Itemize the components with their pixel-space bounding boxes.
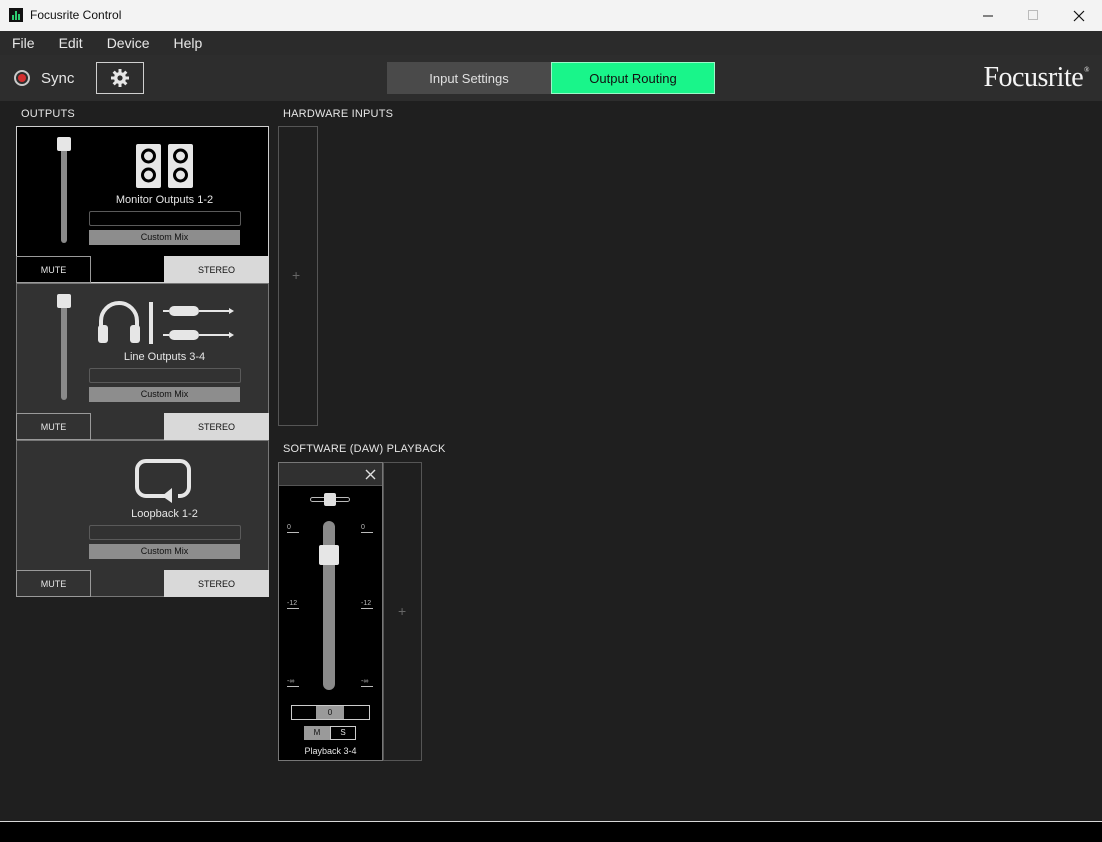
output-name: Line Outputs 3-4 (123, 351, 206, 363)
output-card-line[interactable]: Line Outputs 3-4 Custom Mix MUTE STEREO (16, 283, 269, 440)
mute-button[interactable]: MUTE (16, 570, 91, 597)
hardware-inputs-title: HARDWARE INPUTS (283, 108, 394, 120)
scale-label-left: 0 (287, 524, 299, 533)
gear-icon (111, 69, 129, 87)
menu-bar: File Edit Device Help (0, 31, 1102, 55)
menu-help[interactable]: Help (161, 31, 214, 55)
menu-edit[interactable]: Edit (47, 31, 95, 55)
mute-button[interactable]: MUTE (16, 413, 91, 440)
output-name: Monitor Outputs 1-2 (115, 194, 214, 206)
output-card-loopback[interactable]: Loopback 1-2 Custom Mix MUTE STEREO (16, 440, 269, 597)
channel-name: Playback 3-4 (304, 746, 357, 756)
toolbar: Sync Input Settings Output Routing Focus… (0, 55, 1102, 101)
app-logo-icon (9, 8, 23, 22)
settings-button[interactable] (96, 62, 144, 94)
title-bar: Focusrite Control (0, 0, 1102, 31)
output-name: Loopback 1-2 (131, 508, 198, 520)
playback-channel-strip: 0 -12 -∞ 0 -12 -∞ 0 M S Playback 3-4 (278, 462, 383, 761)
mix-selector-button[interactable]: Custom Mix (89, 230, 240, 245)
playback-title: SOFTWARE (DAW) PLAYBACK (283, 443, 446, 455)
headphones-line-icon (98, 301, 234, 344)
scale-label-right: -12 (361, 600, 373, 609)
scale-label-left: -12 (287, 600, 299, 609)
menu-file[interactable]: File (0, 31, 47, 55)
channel-fader-thumb[interactable] (319, 545, 339, 565)
scale-label-right: -∞ (361, 678, 373, 687)
sync-label: Sync (41, 69, 75, 87)
close-button[interactable] (1056, 0, 1102, 31)
stereo-button[interactable]: STEREO (164, 570, 269, 597)
sync-status-icon (14, 70, 30, 86)
pan-slider-thumb[interactable] (324, 493, 336, 506)
outputs-title: OUTPUTS (21, 108, 75, 120)
level-meter (89, 525, 241, 540)
channel-header (279, 463, 382, 486)
brand-logo: Focusrite® (983, 62, 1089, 94)
speakers-icon (136, 144, 193, 188)
hardware-inputs-panel: + (278, 126, 318, 426)
mute-button[interactable]: M (304, 726, 330, 740)
scale-label-left: -∞ (287, 678, 299, 687)
close-icon (1073, 10, 1085, 21)
mix-selector-button[interactable]: Custom Mix (89, 544, 240, 559)
solo-button[interactable]: S (330, 726, 356, 740)
tab-input-settings[interactable]: Input Settings (387, 62, 551, 94)
scale-inf: -∞ (361, 678, 369, 685)
minimize-button[interactable] (965, 0, 1011, 31)
pan-slider[interactable] (310, 493, 350, 506)
app-window: Focusrite Control File Edit Device Help … (0, 0, 1102, 842)
add-playback-panel: + (383, 462, 422, 761)
volume-slider-thumb[interactable] (57, 137, 71, 151)
mix-selector-button[interactable]: Custom Mix (89, 387, 240, 402)
menu-device[interactable]: Device (95, 31, 162, 55)
stereo-button[interactable]: STEREO (164, 413, 269, 440)
scale-label-right: 0 (361, 524, 373, 533)
maximize-icon (1027, 10, 1038, 20)
minimize-icon (982, 15, 993, 17)
level-meter (89, 211, 241, 226)
remove-channel-icon[interactable] (364, 468, 377, 481)
brand-name: Focusrite (983, 62, 1084, 93)
volume-slider-thumb[interactable] (57, 294, 71, 308)
stereo-button[interactable]: STEREO (164, 256, 269, 283)
add-hardware-input-button[interactable]: + (292, 267, 300, 283)
sync-indicator[interactable]: Sync (14, 69, 74, 87)
scale-0: 0 (361, 524, 365, 531)
scale-inf: -∞ (287, 678, 295, 685)
mute-button[interactable]: MUTE (16, 256, 91, 283)
output-card-monitor[interactable]: Monitor Outputs 1-2 Custom Mix MUTE STER… (16, 126, 269, 283)
gain-readout[interactable]: 0 (291, 705, 370, 720)
add-playback-button[interactable]: + (398, 603, 406, 619)
maximize-button[interactable] (1010, 0, 1056, 31)
tab-output-routing[interactable]: Output Routing (551, 62, 715, 94)
status-bar (0, 821, 1102, 842)
scale-12: -12 (361, 600, 372, 607)
window-title: Focusrite Control (30, 8, 122, 22)
scale-12: -12 (287, 600, 298, 607)
volume-slider[interactable] (57, 294, 71, 400)
volume-slider[interactable] (57, 137, 71, 243)
scale-0: 0 (287, 524, 291, 531)
loopback-icon (135, 459, 191, 503)
brand-trademark: ® (1084, 66, 1089, 74)
level-meter (89, 368, 241, 383)
gain-value: 0 (316, 706, 344, 719)
